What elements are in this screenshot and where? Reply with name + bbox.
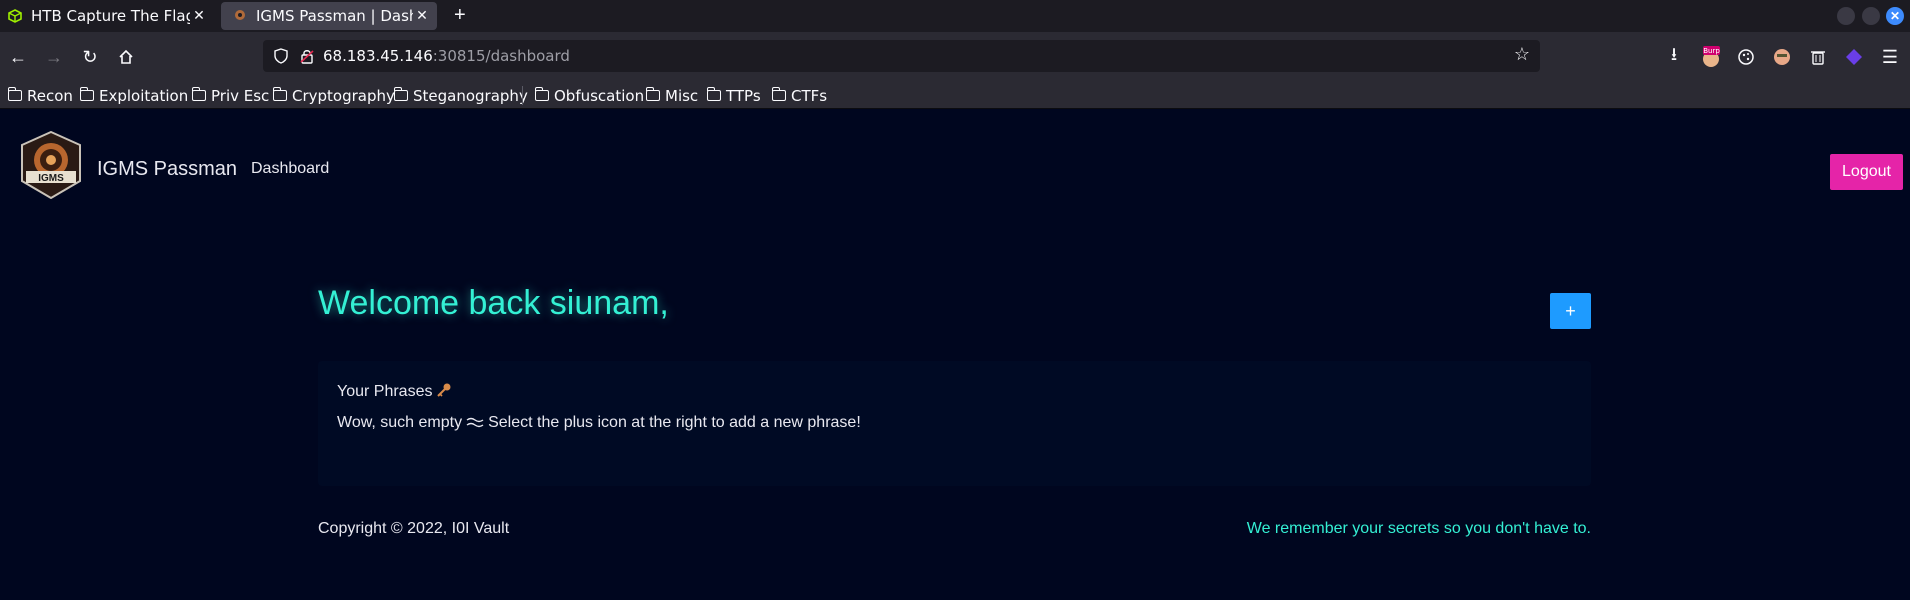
bookmark-star-icon[interactable]: ☆ — [1514, 44, 1530, 65]
bookmark-separator — [522, 86, 523, 105]
bookmark-label: Recon — [27, 86, 73, 105]
new-tab-button[interactable]: + — [454, 0, 466, 32]
folder-icon — [191, 87, 206, 101]
tab-htb[interactable]: HTB Capture The Flag Pla ✕ — [0, 0, 214, 32]
close-tab-icon[interactable]: ✕ — [413, 8, 431, 24]
url-path: :30815/dashboard — [432, 47, 570, 65]
cookie-icon[interactable] — [1734, 45, 1758, 69]
add-phrase-button[interactable]: + — [1550, 293, 1591, 329]
bookmark-label: TTPs — [726, 86, 761, 105]
bookmark-label: Steganography — [413, 86, 528, 105]
empty-text: Wow, such empty — [337, 414, 463, 431]
folder-icon — [393, 87, 408, 101]
home-icon[interactable] — [114, 45, 138, 69]
empty-state-message: Wow, such empty Select the plus icon at … — [337, 414, 861, 432]
footer-copyright: Copyright © 2022, I0I Vault — [318, 520, 510, 537]
bookmarks-bar: Recon Exploitation Priv Esc Cryptography… — [0, 82, 1910, 109]
phrases-card: Your Phrases Wow, such empty Select the … — [318, 361, 1591, 486]
page-content: IGMS IGMS Passman Dashboard Logout Welco… — [0, 109, 1910, 600]
empty-hint: Select the plus icon at the right to add… — [488, 414, 861, 431]
bookmark-exploitation[interactable]: Exploitation — [79, 82, 189, 109]
back-icon[interactable]: ← — [6, 45, 30, 69]
phrases-heading: Your Phrases — [337, 382, 452, 402]
bookmark-label: Misc — [665, 86, 699, 105]
bookmark-recon[interactable]: Recon — [7, 82, 73, 109]
folder-icon — [534, 87, 549, 101]
phrases-title: Your Phrases — [337, 383, 433, 400]
bookmark-cryptography[interactable]: Cryptography — [272, 82, 395, 109]
bookmark-label: Obfuscation — [554, 86, 645, 105]
folder-icon — [706, 87, 721, 101]
url-bar[interactable]: 68.183.45.146:30815/dashboard ☆ — [263, 40, 1540, 72]
bookmark-ctfs[interactable]: CTFs — [771, 82, 828, 109]
minimize-button[interactable] — [1837, 7, 1855, 25]
folder-icon — [79, 87, 94, 101]
lock-insecure-icon[interactable] — [299, 48, 315, 64]
avatar-extension-icon[interactable] — [1770, 45, 1794, 69]
bookmark-ttps[interactable]: TTPs — [706, 82, 761, 109]
bookmark-label: CTFs — [791, 86, 828, 105]
bookmark-priv-esc[interactable]: Priv Esc — [191, 82, 270, 109]
trash-icon[interactable] — [1806, 45, 1830, 69]
tab-igms[interactable]: IGMS Passman | Dashboar ✕ — [221, 2, 437, 30]
close-window-button[interactable]: ✕ — [1886, 7, 1904, 25]
logo-text: IGMS — [38, 173, 64, 184]
igms-logo[interactable]: IGMS — [20, 130, 82, 200]
bookmark-obfuscation[interactable]: Obfuscation — [534, 82, 645, 109]
maximize-button[interactable] — [1862, 7, 1880, 25]
tab-title: IGMS Passman | Dashboar — [256, 7, 413, 25]
bookmark-label: Priv Esc — [211, 86, 270, 105]
burp-extension-icon[interactable]: Burp — [1699, 45, 1723, 69]
reload-icon[interactable]: ↻ — [78, 45, 102, 69]
proxy-extension-icon[interactable] — [1842, 45, 1866, 69]
downloads-icon[interactable]: ⭳ — [1662, 44, 1686, 69]
tab-title: HTB Capture The Flag Pla — [31, 7, 190, 25]
key-icon — [436, 382, 452, 402]
bookmark-steganography[interactable]: Steganography — [393, 82, 528, 109]
htb-cube-icon — [8, 9, 22, 23]
browser-navbar: ← → ↻ 68.183.45.146:30815/dashboard ☆ ⭳ … — [0, 32, 1910, 82]
burp-badge: Burp — [1703, 47, 1720, 55]
page-title: Welcome back siunam, — [318, 284, 669, 322]
folder-icon — [771, 87, 786, 101]
footer-tagline: We remember your secrets so you don't ha… — [1246, 520, 1591, 537]
nav-dashboard-link[interactable]: Dashboard — [251, 160, 329, 178]
folder-icon — [7, 87, 22, 101]
url-text: 68.183.45.146:30815/dashboard — [323, 40, 570, 72]
brand-name[interactable]: IGMS Passman — [97, 158, 237, 181]
folder-icon — [272, 87, 287, 101]
logout-button[interactable]: Logout — [1830, 154, 1903, 190]
shield-icon[interactable] — [273, 48, 289, 64]
menu-icon[interactable]: ☰ — [1878, 45, 1902, 69]
browser-tab-bar: HTB Capture The Flag Pla ✕ IGMS Passman … — [0, 0, 1910, 32]
forward-icon[interactable]: → — [42, 45, 66, 69]
url-host: 68.183.45.146 — [323, 47, 433, 65]
close-tab-icon[interactable]: ✕ — [190, 8, 208, 24]
bookmark-label: Exploitation — [99, 86, 189, 105]
wind-icon — [466, 415, 484, 431]
bookmark-label: Cryptography — [292, 86, 395, 105]
folder-icon — [645, 87, 660, 101]
igms-favicon — [233, 9, 247, 23]
bookmark-misc[interactable]: Misc — [645, 82, 699, 109]
